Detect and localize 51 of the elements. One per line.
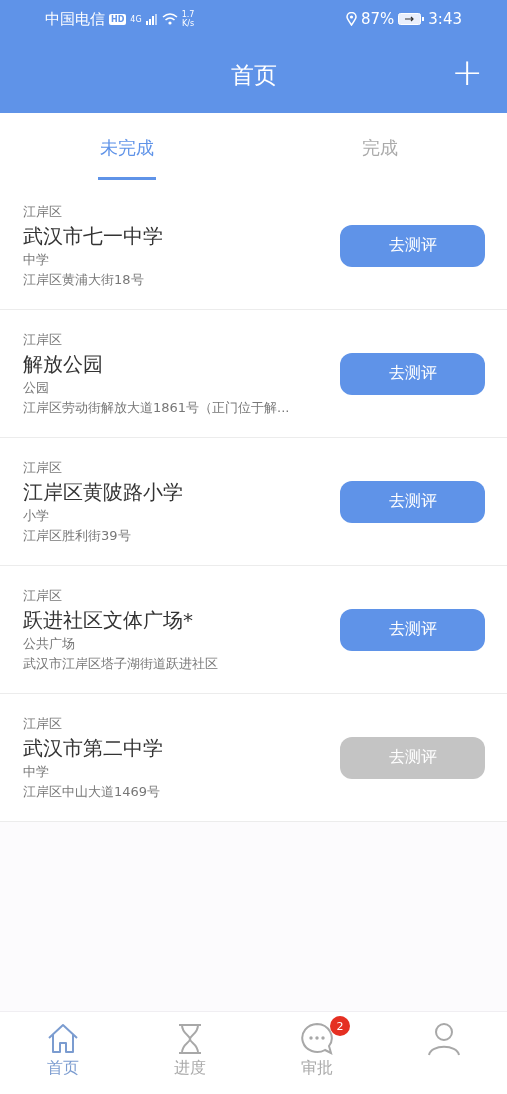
list-item[interactable]: 江岸区 跃进社区文体广场* 公共广场 武汉市江岸区塔子湖街道跃进社区 去测评 xyxy=(0,566,507,694)
evaluate-button[interactable]: 去测评 xyxy=(340,352,485,395)
tab[interactable]: 完成 xyxy=(253,113,507,182)
place-address: 江岸区中山大道1469号 xyxy=(23,782,162,801)
place-type: 小学 xyxy=(23,506,50,525)
hd-badge: HD xyxy=(109,13,127,25)
chat-bubble-icon xyxy=(299,1022,334,1056)
list-item[interactable]: 江岸区 解放公园 公园 江岸区劳动街解放大道1861号（正门位于解... 去测评 xyxy=(0,310,507,438)
place-name: 解放公园 xyxy=(23,350,104,377)
nav-label: 审批 xyxy=(300,1058,333,1079)
speed-value: 1.7 xyxy=(181,10,195,19)
place-type: 中学 xyxy=(23,250,50,269)
district-label: 江岸区 xyxy=(23,458,63,477)
place-name: 武汉市第二中学 xyxy=(23,734,163,761)
place-name: 武汉市七一中学 xyxy=(23,222,163,249)
person-icon xyxy=(426,1022,461,1056)
place-name: 跃进社区文体广场* xyxy=(23,606,194,633)
district-label: 江岸区 xyxy=(23,586,63,605)
add-button[interactable]: + xyxy=(447,52,487,92)
place-address: 江岸区黄浦大街18号 xyxy=(23,270,145,289)
evaluate-button[interactable]: 去测评 xyxy=(340,224,485,267)
evaluate-button[interactable]: 去测评 xyxy=(340,480,485,523)
district-label: 江岸区 xyxy=(23,330,63,349)
clock-time: 3:43 xyxy=(428,10,462,28)
place-address: 江岸区劳动街解放大道1861号（正门位于解... xyxy=(23,398,290,417)
place-type: 公园 xyxy=(23,378,50,397)
wifi-icon xyxy=(161,13,178,25)
list-item[interactable]: 江岸区 江岸区黄陂路小学 小学 江岸区胜利街39号 去测评 xyxy=(0,438,507,566)
battery-percent: 87% xyxy=(360,10,395,28)
signal-icon xyxy=(145,13,158,25)
speed-unit: K/s xyxy=(181,19,195,28)
network-type: 4G xyxy=(130,14,142,24)
place-address: 江岸区胜利街39号 xyxy=(23,526,132,545)
nav-label: 首页 xyxy=(47,1058,80,1079)
carrier-name: 中国电信 xyxy=(45,9,105,29)
place-name: 江岸区黄陂路小学 xyxy=(23,478,183,505)
nav-label: 进度 xyxy=(174,1058,207,1079)
nav-tab[interactable]: 2 审批 xyxy=(253,1012,381,1094)
evaluate-button[interactable]: 去测评 xyxy=(340,608,485,651)
place-type: 中学 xyxy=(23,762,50,781)
page-title: 首页 xyxy=(230,61,277,90)
district-label: 江岸区 xyxy=(23,714,63,733)
count-badge: 2 xyxy=(329,1016,350,1036)
battery-icon xyxy=(398,13,425,25)
nav-tab[interactable]: 进度 xyxy=(126,1012,254,1094)
place-address: 武汉市江岸区塔子湖街道跃进社区 xyxy=(23,654,218,673)
nav-tab[interactable]: 首页 xyxy=(0,1012,127,1094)
list-item[interactable]: 江岸区 武汉市七一中学 中学 江岸区黄浦大街18号 去测评 xyxy=(0,182,507,310)
district-label: 江岸区 xyxy=(23,202,63,221)
place-type: 公共广场 xyxy=(23,634,76,653)
location-icon xyxy=(345,12,357,26)
